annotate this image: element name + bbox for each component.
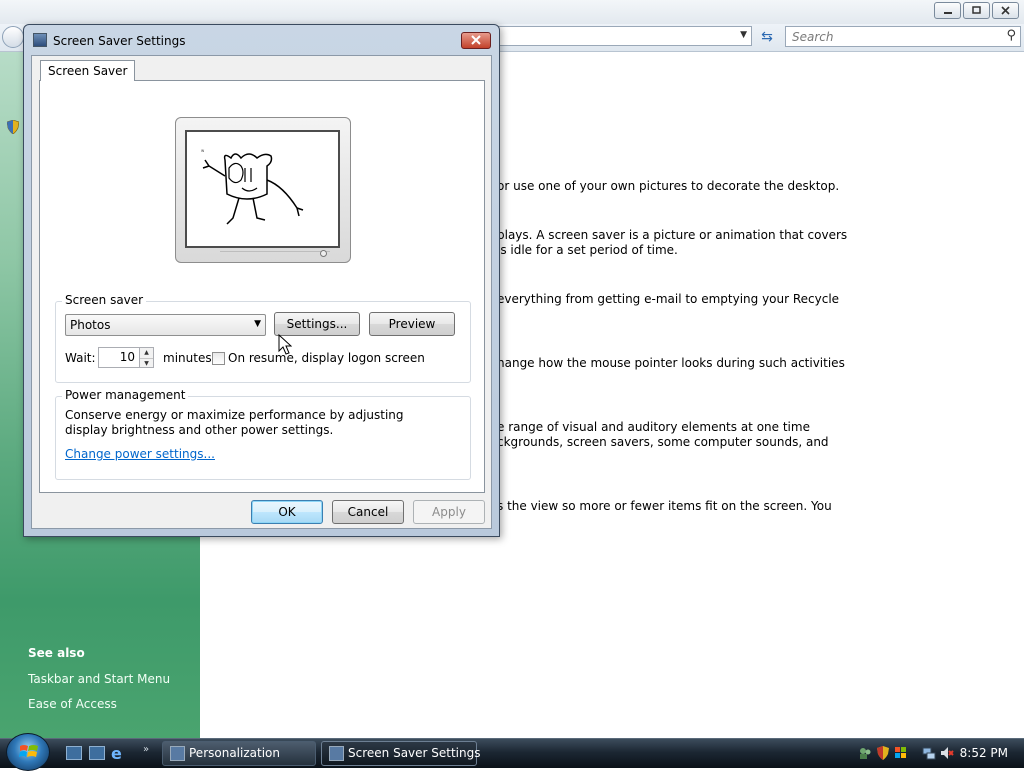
dialog-close-button[interactable] [461, 32, 491, 49]
security-shield-icon[interactable] [876, 746, 890, 760]
network-users-icon[interactable] [858, 746, 872, 760]
show-desktop-icon[interactable] [66, 746, 82, 760]
settings-button[interactable]: Settings... [274, 312, 360, 336]
screen-saver-group-label: Screen saver [62, 293, 147, 307]
mouse-cursor-icon [278, 334, 292, 355]
back-button[interactable] [2, 26, 24, 48]
chevron-down-icon[interactable]: ▼ [740, 30, 747, 40]
spin-down-icon[interactable]: ▼ [140, 357, 153, 368]
screen-saver-settings-dialog: Screen Saver Settings Screen Saver w Scr… [23, 24, 500, 537]
content-text: or use one of your own pictures to decor… [497, 179, 840, 193]
taskbar: e » Personalization Screen Saver Setting… [0, 733, 1024, 771]
taskbar-start-menu-link[interactable]: Taskbar and Start Menu [28, 672, 170, 686]
maximize-button[interactable] [963, 2, 990, 19]
volume-muted-icon[interactable] [940, 746, 954, 760]
dialog-titlebar[interactable]: Screen Saver Settings [24, 25, 499, 55]
wait-minutes-input[interactable]: 10 [98, 347, 140, 368]
screensaver-dropdown[interactable]: Photos ▼ [65, 314, 266, 336]
shield-icon [6, 119, 21, 136]
start-button[interactable] [6, 733, 50, 771]
minutes-label: minutes [163, 351, 212, 365]
personalization-icon [170, 746, 185, 761]
preview-button[interactable]: Preview [369, 312, 455, 336]
content-text: ckgrounds, screen savers, some computer … [497, 435, 829, 449]
personalization-titlebar [0, 0, 1024, 24]
power-management-group-label: Power management [62, 388, 189, 402]
wait-label: Wait: [65, 351, 96, 365]
screensaver-selected-value: Photos [70, 318, 111, 332]
dialog-title: Screen Saver Settings [53, 34, 186, 48]
see-also-heading: See also [28, 646, 85, 660]
taskbar-item-label: Personalization [189, 746, 280, 760]
minimize-icon [943, 11, 952, 14]
resume-logon-checkbox[interactable] [212, 352, 225, 365]
tab-screen-saver[interactable]: Screen Saver [40, 60, 136, 81]
search-input[interactable]: Search ⚲ [785, 26, 1021, 47]
content-text: is idle for a set period of time. [497, 243, 678, 257]
clock[interactable]: 8:52 PM [960, 746, 1008, 760]
ok-button[interactable]: OK [251, 500, 323, 524]
content-text: everything from getting e-mail to emptyi… [497, 292, 840, 306]
search-icon[interactable]: ⚲ [1006, 28, 1016, 43]
content-text: hange how the mouse pointer looks during… [497, 356, 845, 370]
change-power-settings-link[interactable]: Change power settings... [65, 447, 215, 461]
taskbar-item-personalization[interactable]: Personalization [162, 741, 316, 766]
monitor-power-icon [320, 250, 327, 257]
chevron-down-icon: ▼ [254, 319, 261, 329]
network-icon[interactable] [922, 746, 936, 760]
windows-update-icon[interactable] [894, 746, 908, 760]
chevron-right-icon[interactable]: » [143, 744, 149, 755]
cancel-button[interactable]: Cancel [332, 500, 404, 524]
internet-explorer-icon[interactable]: e [111, 744, 129, 763]
maximize-icon [971, 6, 981, 14]
taskbar-item-label: Screen Saver Settings [348, 746, 481, 760]
screen-saver-icon [329, 746, 344, 761]
address-bar[interactable]: ▼ [498, 26, 752, 46]
monitor-base [220, 251, 330, 259]
preview-drawing: w [201, 148, 304, 225]
switch-windows-icon[interactable] [89, 746, 105, 760]
search-placeholder: Search [792, 30, 834, 44]
refresh-icon[interactable]: ⇆ [756, 27, 778, 47]
taskbar-item-screen-saver-settings[interactable]: Screen Saver Settings [321, 741, 481, 766]
close-icon [1000, 6, 1010, 15]
svg-text:w: w [201, 148, 205, 153]
ease-of-access-link[interactable]: Ease of Access [28, 697, 117, 711]
content-text: e range of visual and auditory elements … [497, 420, 810, 434]
preview-screen: w [185, 130, 340, 248]
system-tray: 8:52 PM [854, 739, 1024, 768]
display-icon [33, 33, 47, 47]
apply-button[interactable]: Apply [413, 500, 485, 524]
wait-minutes-stepper[interactable]: ▲ ▼ [139, 347, 154, 368]
power-description: Conserve energy or maximize performance … [65, 408, 404, 437]
minimize-button[interactable] [934, 2, 961, 19]
spin-up-icon[interactable]: ▲ [140, 348, 153, 358]
resume-logon-label[interactable]: On resume, display logon screen [228, 351, 425, 365]
screensaver-preview-monitor: w [175, 117, 351, 263]
content-text: s the view so more or fewer items fit on… [497, 499, 832, 513]
windows-logo-icon [19, 745, 38, 757]
close-window-button[interactable] [992, 2, 1019, 19]
close-icon [471, 35, 481, 45]
content-text: plays. A screen saver is a picture or an… [497, 228, 848, 242]
